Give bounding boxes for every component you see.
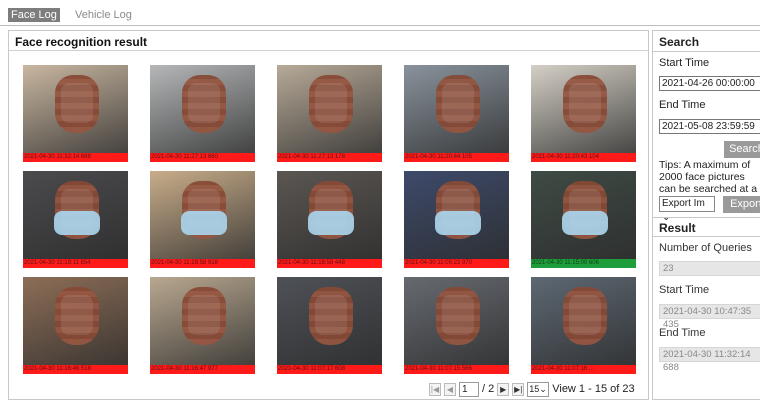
face-photo: [531, 65, 636, 153]
pixelated-face: [182, 287, 226, 345]
queries-label: Number of Queries: [659, 242, 752, 254]
last-page-button[interactable]: ▶|: [512, 382, 525, 396]
view-range-text: View 1 - 15 of 23: [552, 383, 635, 395]
face-thumbnail[interactable]: 2021-04-30 11:18:58 448: [277, 171, 382, 268]
search-start-input[interactable]: 2021-04-26 00:00:00: [659, 76, 760, 91]
face-result-panel: Face recognition result 2021-04-30 11:32…: [8, 30, 649, 400]
pagination: |◀ ◀ 1 / 2 ▶ ▶| 15⌄ View 1 - 15 of 23: [429, 381, 635, 397]
pixelated-face: [563, 287, 607, 345]
capture-time: 2021-04-30 11:27:13 178: [277, 153, 382, 162]
capture-time: 2021-04-30 11:18:58 448: [277, 259, 382, 268]
face-photo: [404, 277, 509, 365]
search-title: Search: [659, 35, 700, 49]
face-photo: [404, 171, 509, 259]
prev-page-button[interactable]: ◀: [444, 382, 456, 396]
pixelated-face: [309, 287, 353, 345]
capture-time: 2021-04-30 11:16:46 518: [23, 365, 128, 374]
face-thumbnail[interactable]: 2021-04-30 11:20:44 105: [404, 65, 509, 162]
search-button[interactable]: Search: [724, 141, 760, 158]
face-mask: [181, 211, 227, 235]
divider: [653, 236, 760, 237]
face-thumbnail[interactable]: 2021-04-30 11:07:16 ...: [531, 277, 636, 374]
capture-time: 2021-04-30 11:07:15 566: [404, 365, 509, 374]
divider: [653, 51, 760, 52]
face-photo: [150, 277, 255, 365]
queries-value: 23: [659, 261, 760, 276]
face-photo: [23, 277, 128, 365]
face-photo: [23, 171, 128, 259]
face-thumbnail[interactable]: 2021-04-30 11:07:15 566: [404, 277, 509, 374]
export-button[interactable]: Export: [723, 196, 760, 213]
result-start-value: 2021-04-30 10:47:35 435: [659, 304, 760, 330]
capture-time: 2021-04-30 11:20:43 104: [531, 153, 636, 162]
side-panel: Search Start Time 2021-04-26 00:00:00 En…: [652, 30, 760, 400]
search-end-label: End Time: [659, 99, 706, 111]
capture-time: 2021-04-30 11:19:11 854: [23, 259, 128, 268]
face-thumbnail[interactable]: 2021-04-30 11:27:13 660: [150, 65, 255, 162]
face-mask: [308, 211, 354, 235]
search-start-label: Start Time: [659, 57, 710, 69]
face-photo: [150, 65, 255, 153]
capture-time: 2021-04-30 11:16:47 977: [150, 365, 255, 374]
result-end-label: End Time: [659, 327, 706, 339]
face-photo: [531, 277, 636, 365]
face-thumbnail[interactable]: 2021-04-30 11:07:17 608: [277, 277, 382, 374]
pixelated-face: [436, 75, 480, 133]
face-photo: [277, 277, 382, 365]
face-photo: [404, 65, 509, 153]
face-mask: [54, 211, 100, 235]
face-thumbnail[interactable]: 2021-04-30 11:16:47 977: [150, 277, 255, 374]
face-thumbnail[interactable]: 2021-04-30 11:15:00 606: [531, 171, 636, 268]
face-thumbnail[interactable]: 2021-04-30 11:27:13 178: [277, 65, 382, 162]
tab-vehicle-log[interactable]: Vehicle Log: [72, 8, 135, 22]
first-page-button[interactable]: |◀: [429, 382, 441, 396]
page-total: / 2: [482, 383, 495, 395]
page-size-select[interactable]: 15⌄: [527, 381, 550, 397]
search-end-input[interactable]: 2021-05-08 23:59:59: [659, 119, 760, 134]
pixelated-face: [182, 75, 226, 133]
capture-time: 2021-04-30 11:07:17 608: [277, 365, 382, 374]
tab-face-log[interactable]: Face Log: [8, 8, 60, 22]
face-photo: [277, 171, 382, 259]
capture-time: 2021-04-30 11:07:16 ...: [531, 365, 636, 374]
result-title: Result: [659, 221, 696, 235]
face-photo: [531, 171, 636, 259]
result-end-value: 2021-04-30 11:32:14 688: [659, 347, 760, 373]
result-start-label: Start Time: [659, 284, 710, 296]
pixelated-face: [309, 75, 353, 133]
face-thumbnail[interactable]: 2021-04-30 11:18:58 918: [150, 171, 255, 268]
face-thumbnail[interactable]: 2021-04-30 11:20:43 104: [531, 65, 636, 162]
capture-time: 2021-04-30 11:32:14 688: [23, 153, 128, 162]
capture-time: 2021-04-30 11:27:13 660: [150, 153, 255, 162]
capture-time: 2021-04-30 11:05:23 970: [404, 259, 509, 268]
face-thumbnail[interactable]: 2021-04-30 11:05:23 970: [404, 171, 509, 268]
capture-time: 2021-04-30 11:20:44 105: [404, 153, 509, 162]
capture-time: 2021-04-30 11:18:58 918: [150, 259, 255, 268]
export-type-select[interactable]: Export Im ⌄: [659, 196, 715, 223]
page-size-value: 15: [529, 383, 540, 394]
page-number-input[interactable]: 1: [459, 381, 479, 397]
face-thumbnail[interactable]: 2021-04-30 11:19:11 854: [23, 171, 128, 268]
export-type-value: Export Im: [662, 198, 705, 209]
face-thumbnail[interactable]: 2021-04-30 11:16:46 518: [23, 277, 128, 374]
face-photo: [23, 65, 128, 153]
face-result-header: Face recognition result: [9, 31, 648, 51]
pixelated-face: [436, 287, 480, 345]
face-thumbnail[interactable]: 2021-04-30 11:32:14 688: [23, 65, 128, 162]
face-result-title: Face recognition result: [15, 35, 148, 49]
pixelated-face: [55, 75, 99, 133]
face-photo: [277, 65, 382, 153]
pixelated-face: [563, 75, 607, 133]
face-photo: [150, 171, 255, 259]
face-mask: [435, 211, 481, 235]
next-page-button[interactable]: ▶: [497, 382, 510, 396]
capture-time: 2021-04-30 11:15:00 606: [531, 259, 636, 268]
chevron-down-icon: ⌄: [539, 383, 547, 394]
pixelated-face: [55, 287, 99, 345]
divider: [653, 217, 760, 218]
log-tabs: Face Log Vehicle Log: [0, 0, 760, 26]
face-mask: [562, 211, 608, 235]
